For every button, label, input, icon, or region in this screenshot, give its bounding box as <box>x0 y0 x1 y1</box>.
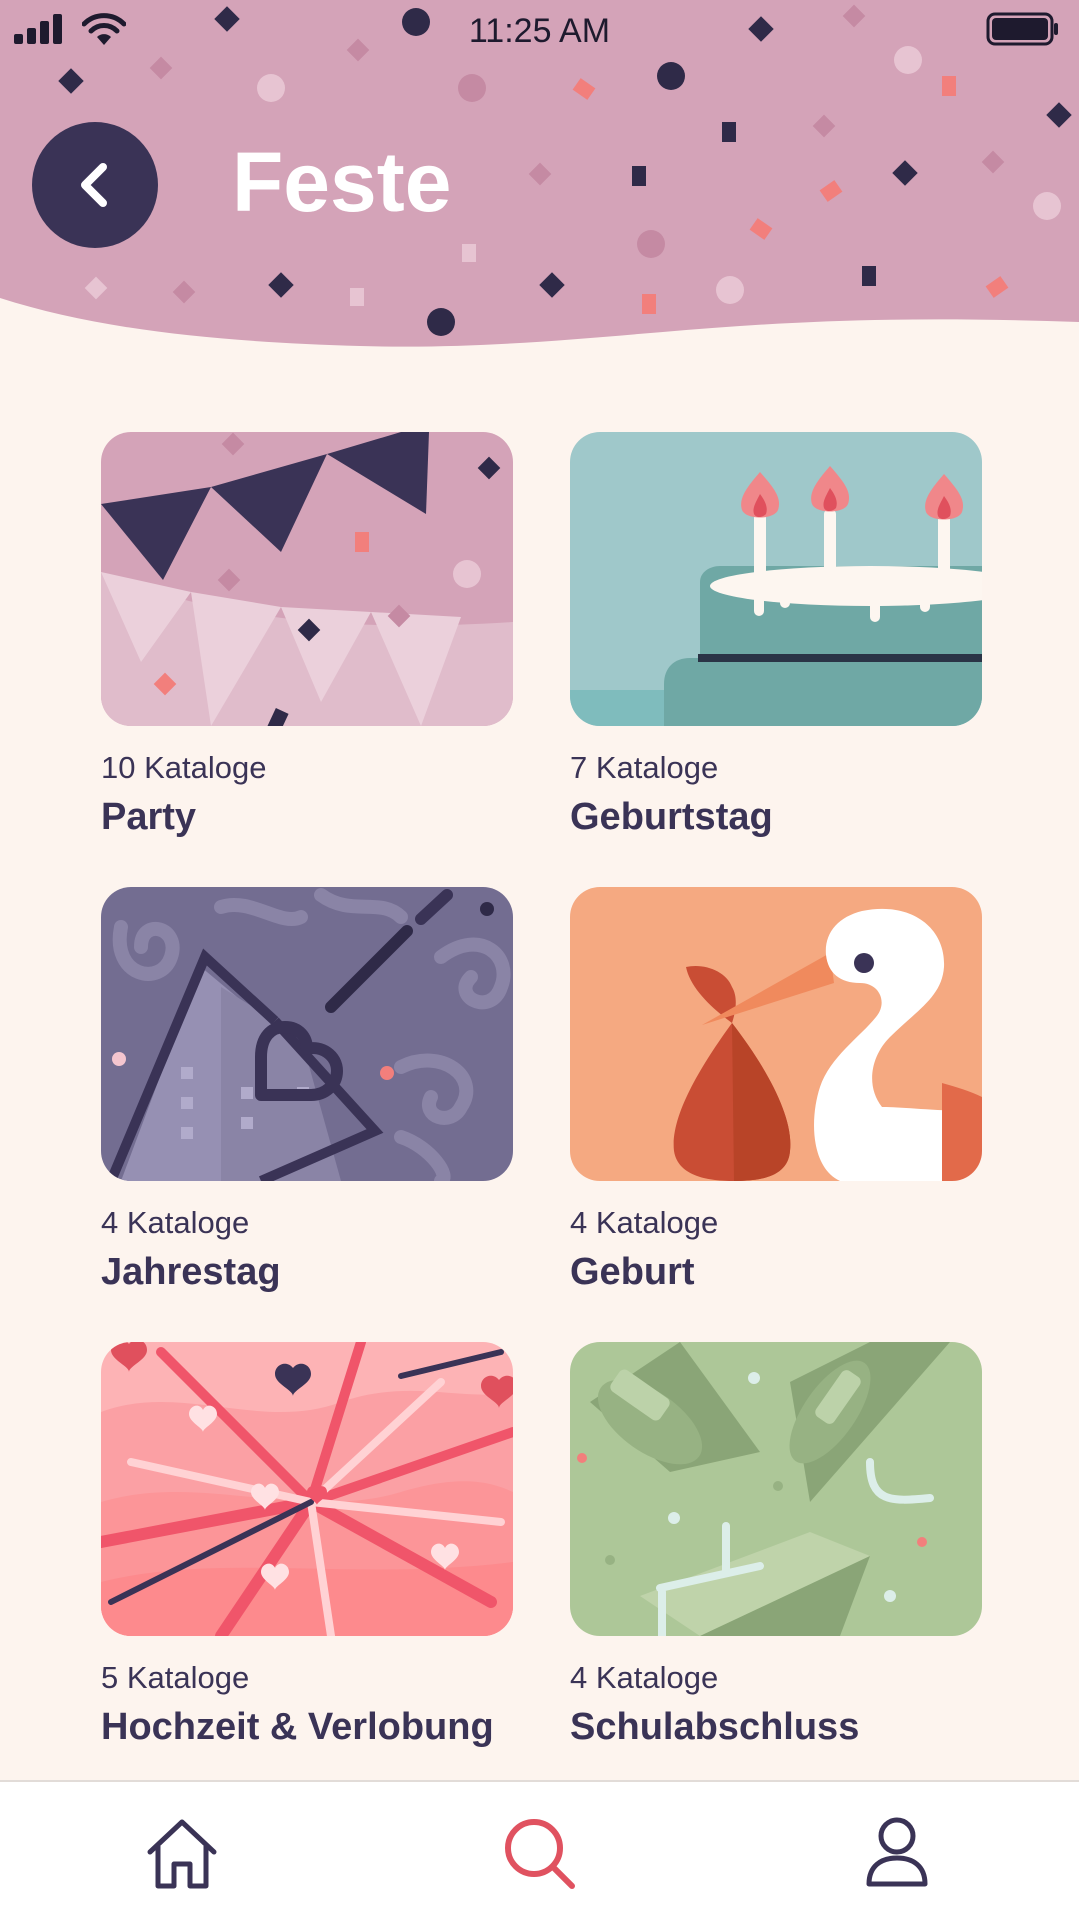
chevron-left-icon <box>81 163 107 207</box>
page-title: Feste <box>232 135 452 229</box>
category-card-party[interactable]: 10 Kataloge Party <box>101 432 513 887</box>
card-title: Jahrestag <box>101 1251 281 1293</box>
category-card-graduation[interactable]: 4 Kataloge Schulabschluss <box>570 1342 982 1797</box>
tab-home[interactable] <box>142 1814 222 1894</box>
bunting-illustration <box>101 432 513 726</box>
category-card-wedding[interactable]: 5 Kataloge Hochzeit & Verlobung <box>101 1342 513 1797</box>
category-card-birthday[interactable]: 7 Kataloge Geburtstag <box>570 432 982 887</box>
category-card-anniversary[interactable]: 4 Kataloge Jahrestag <box>101 887 513 1342</box>
anniversary-illustration <box>101 887 513 1181</box>
category-grid: 10 Kataloge Party 7 Kataloge Geburtstag … <box>101 432 982 1797</box>
back-button[interactable] <box>32 122 158 248</box>
category-card-birth[interactable]: 4 Kataloge Geburt <box>570 887 982 1342</box>
card-title: Schulabschluss <box>570 1706 860 1748</box>
tab-bar <box>0 1780 1079 1920</box>
card-count: 7 Kataloge <box>570 750 719 785</box>
stork-illustration <box>570 887 982 1181</box>
card-count: 5 Kataloge <box>101 1660 250 1695</box>
card-count: 10 Kataloge <box>101 750 267 785</box>
header: 11:25 AM Feste <box>0 0 1079 360</box>
card-title: Geburtstag <box>570 796 773 838</box>
battery-icon <box>986 12 1058 46</box>
tab-search[interactable] <box>500 1814 580 1894</box>
user-icon <box>866 1817 928 1887</box>
status-time: 11:25 AM <box>468 12 611 50</box>
home-icon <box>147 1819 217 1889</box>
status-bar: 11:25 AM <box>0 0 1079 64</box>
card-title: Hochzeit & Verlobung <box>101 1706 494 1748</box>
cake-illustration <box>570 432 982 726</box>
card-count: 4 Kataloge <box>570 1660 719 1695</box>
card-count: 4 Kataloge <box>101 1205 250 1240</box>
card-title: Geburt <box>570 1251 695 1293</box>
tab-profile[interactable] <box>857 1814 937 1894</box>
card-title: Party <box>101 796 197 838</box>
card-count: 4 Kataloge <box>570 1205 719 1240</box>
search-icon <box>505 1819 575 1889</box>
graduation-illustration <box>570 1342 982 1636</box>
fireworks-illustration <box>101 1342 513 1636</box>
